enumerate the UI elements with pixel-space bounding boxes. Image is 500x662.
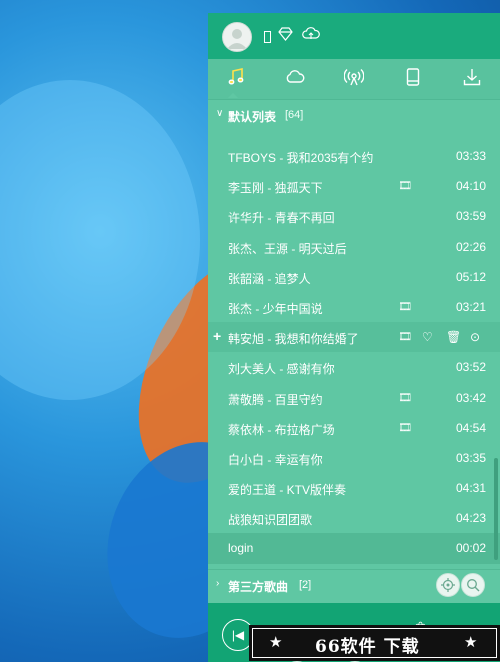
song-row[interactable]: 爱的王道 - KTV版伴奏 04:31 — [208, 473, 500, 503]
song-list: TFBOYS - 我和2035有个约 03:33 李玉刚 - 独孤天下 🎞 04… — [208, 141, 500, 564]
song-row[interactable]: 张杰、王源 - 明天过后 02:26 — [208, 232, 500, 262]
song-title: 萧敬腾 - 百里守约 — [228, 392, 323, 407]
song-row[interactable]: 许华升 - 青春不再回 03:59 — [208, 201, 500, 231]
cloud-sync-icon[interactable] — [302, 26, 320, 46]
chevron-right-icon: › — [216, 578, 220, 589]
song-duration: 00:02 — [455, 541, 486, 556]
song-row[interactable]: 张杰 - 少年中国说 🎞 03:21 — [208, 292, 500, 322]
star-icon: ★ — [269, 634, 283, 651]
download-icon — [463, 68, 481, 91]
mv-icon[interactable]: 🎞 — [398, 300, 412, 313]
mv-icon[interactable]: 🎞 — [398, 391, 412, 404]
more-icon[interactable]: ⊙ — [470, 330, 480, 344]
cloud-icon — [285, 69, 305, 89]
song-row[interactable]: 白小白 - 幸运有你 03:35 — [208, 443, 500, 473]
playlist-header[interactable]: ∨ 默认列表 [64] — [208, 100, 500, 130]
chevron-down-icon: ∨ — [216, 108, 224, 119]
song-title: 张杰 - 少年中国说 — [228, 301, 323, 316]
search-icon[interactable] — [461, 573, 485, 597]
phone-device-icon — [406, 67, 420, 91]
playlist-count: [64] — [285, 109, 304, 121]
heart-icon[interactable]: ♡ — [422, 330, 433, 344]
scrollbar[interactable] — [494, 458, 498, 560]
song-row[interactable]: 刘大美人 - 感谢有你 03:52 — [208, 352, 500, 382]
song-title: 许华升 - 青春不再回 — [228, 211, 335, 226]
playlist-title: 默认列表 — [228, 110, 277, 124]
star-icon: ★ — [464, 634, 478, 651]
tab-download[interactable] — [457, 67, 487, 91]
locate-icon[interactable] — [436, 573, 460, 597]
radio-icon — [343, 68, 365, 91]
third-party-label: 第三方歌曲 — [228, 580, 289, 594]
song-row[interactable]: 战狼知识团团歌 04:23 — [208, 503, 500, 533]
tab-bar — [208, 59, 500, 100]
song-row[interactable]: login 00:02 — [208, 533, 500, 564]
mv-icon[interactable]: 🎞 — [398, 421, 412, 434]
song-title: 张杰、王源 - 明天过后 — [228, 241, 347, 256]
song-duration: 03:59 — [455, 209, 486, 224]
song-duration: 03:21 — [455, 299, 486, 314]
tab-radio[interactable] — [339, 67, 369, 91]
song-row[interactable]: TFBOYS - 我和2035有个约 03:33 — [208, 141, 500, 171]
song-duration: 05:12 — [455, 269, 486, 284]
song-title: 韩安旭 - 我想和你结婚了 — [228, 332, 359, 347]
song-duration: 02:26 — [455, 239, 486, 254]
tab-music[interactable] — [221, 67, 251, 91]
avatar[interactable] — [222, 22, 252, 52]
song-title: 战狼知识团团歌 — [228, 513, 313, 528]
song-duration: 03:33 — [455, 149, 486, 163]
third-party-list-header[interactable]: › 第三方歌曲 [2] — [208, 569, 500, 600]
tab-device[interactable] — [398, 67, 428, 91]
song-duration: 03:52 — [455, 360, 486, 375]
song-duration: 04:23 — [455, 511, 486, 526]
third-party-count: [2] — [299, 579, 312, 591]
song-duration: 04:10 — [455, 179, 486, 194]
username-placeholder-icon — [264, 31, 271, 43]
song-row[interactable]: 李玉刚 - 独孤天下 🎞 04:10 — [208, 171, 500, 201]
diamond-icon[interactable] — [278, 26, 293, 46]
add-icon[interactable]: + — [213, 328, 221, 344]
song-title: 刘大美人 - 感谢有你 — [228, 362, 335, 377]
watermark-banner: ★ 66软件 下载 ★ — [249, 625, 500, 661]
song-title: 爱的王道 - KTV版伴奏 — [228, 483, 347, 498]
song-duration: 04:31 — [455, 481, 486, 496]
song-duration: 03:42 — [455, 390, 486, 405]
music-player-window: ∨ 默认列表 [64] TFBOYS - 我和2035有个约 03:33 李玉刚… — [208, 13, 500, 662]
song-title: 张韶涵 - 追梦人 — [228, 271, 311, 286]
tab-cloud[interactable] — [280, 67, 310, 91]
song-duration: 03:35 — [455, 450, 486, 465]
song-title: login — [228, 541, 254, 556]
watermark-text: 66软件 下载 — [315, 637, 420, 657]
song-row[interactable]: 张韶涵 - 追梦人 05:12 — [208, 262, 500, 292]
song-title: 白小白 - 幸运有你 — [228, 452, 323, 467]
song-duration: 04:54 — [455, 420, 486, 435]
mv-icon[interactable]: 🎞 — [398, 330, 412, 343]
player-header — [208, 13, 500, 59]
music-note-icon — [227, 67, 245, 91]
song-row[interactable]: 蔡依林 - 布拉格广场 🎞 04:54 — [208, 413, 500, 443]
mv-icon[interactable]: 🎞 — [398, 179, 412, 192]
song-title: 蔡依林 - 布拉格广场 — [228, 422, 335, 437]
trash-icon[interactable]: 🗑 — [446, 330, 461, 344]
skip-back-icon: |◀ — [231, 628, 245, 642]
song-row-hovered[interactable]: + 韩安旭 - 我想和你结婚了 🎞 ♡ 🗑 ⊙ — [208, 322, 500, 353]
song-title: TFBOYS - 我和2035有个约 — [228, 151, 374, 165]
active-tab-indicator — [228, 93, 238, 98]
song-row[interactable]: 萧敬腾 - 百里守约 🎞 03:42 — [208, 383, 500, 413]
song-title: 李玉刚 - 独孤天下 — [228, 181, 323, 196]
